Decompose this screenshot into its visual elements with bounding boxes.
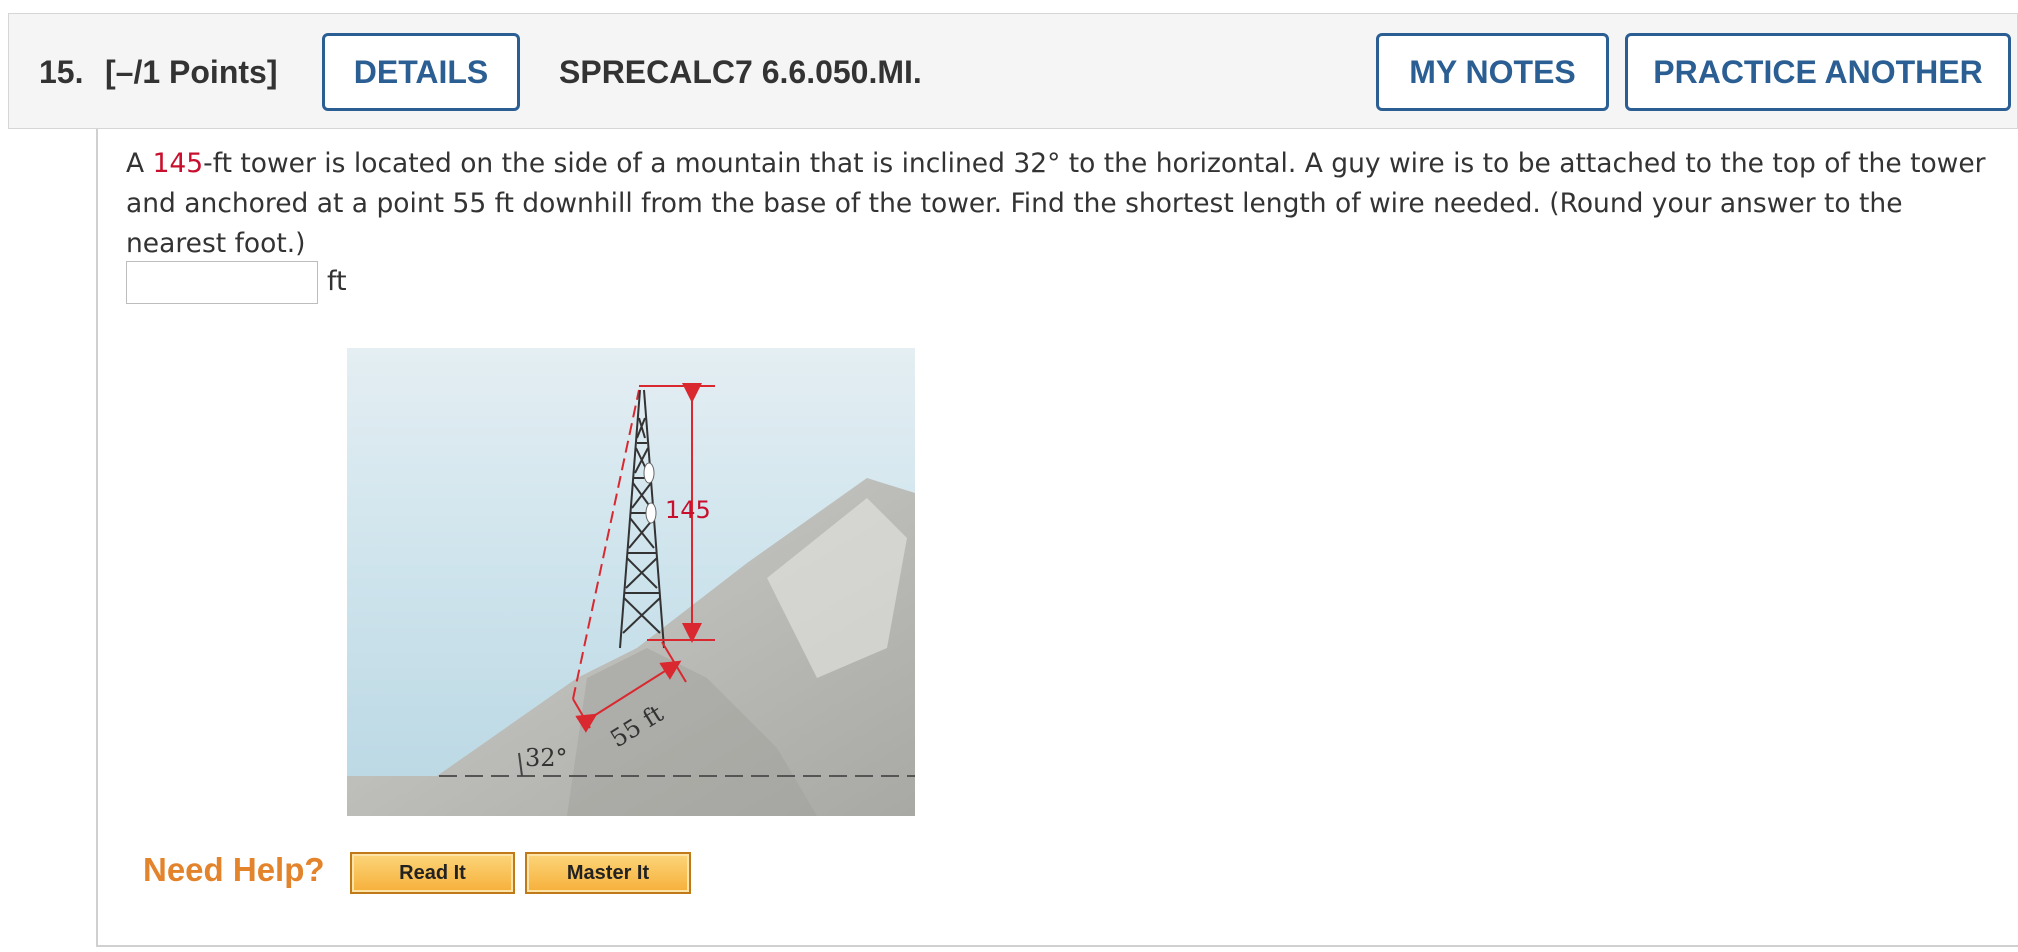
practice-another-button[interactable]: PRACTICE ANOTHER: [1625, 33, 2011, 111]
question-code: SPRECALC7 6.6.050.MI.: [559, 54, 922, 90]
read-it-button[interactable]: Read It: [350, 852, 515, 894]
prompt-text-start: A: [126, 148, 153, 179]
answer-unit: ft: [327, 266, 347, 297]
details-button[interactable]: DETAILS: [322, 33, 520, 111]
prompt-text-end: -ft tower is located on the side of a mo…: [126, 148, 1986, 259]
height-label: 145: [665, 496, 711, 524]
question-prompt: A 145-ft tower is located on the side of…: [126, 144, 2006, 264]
tower-figure: 145 55 ft 32°: [347, 348, 915, 816]
question-header: 15. [–/1 Points] DETAILS SPRECALC7 6.6.0…: [8, 13, 2018, 129]
need-help-label: Need Help?: [143, 851, 325, 888]
angle-label: 32°: [525, 744, 568, 772]
master-it-button[interactable]: Master It: [525, 852, 691, 894]
my-notes-button[interactable]: MY NOTES: [1376, 33, 1609, 111]
tower-antenna: [645, 502, 657, 524]
question-number: 15.: [39, 54, 84, 90]
tower-antenna: [643, 462, 655, 484]
answer-input[interactable]: [126, 261, 318, 304]
prompt-highlight-value: 145: [152, 148, 204, 179]
question-points: [–/1 Points]: [105, 54, 278, 90]
